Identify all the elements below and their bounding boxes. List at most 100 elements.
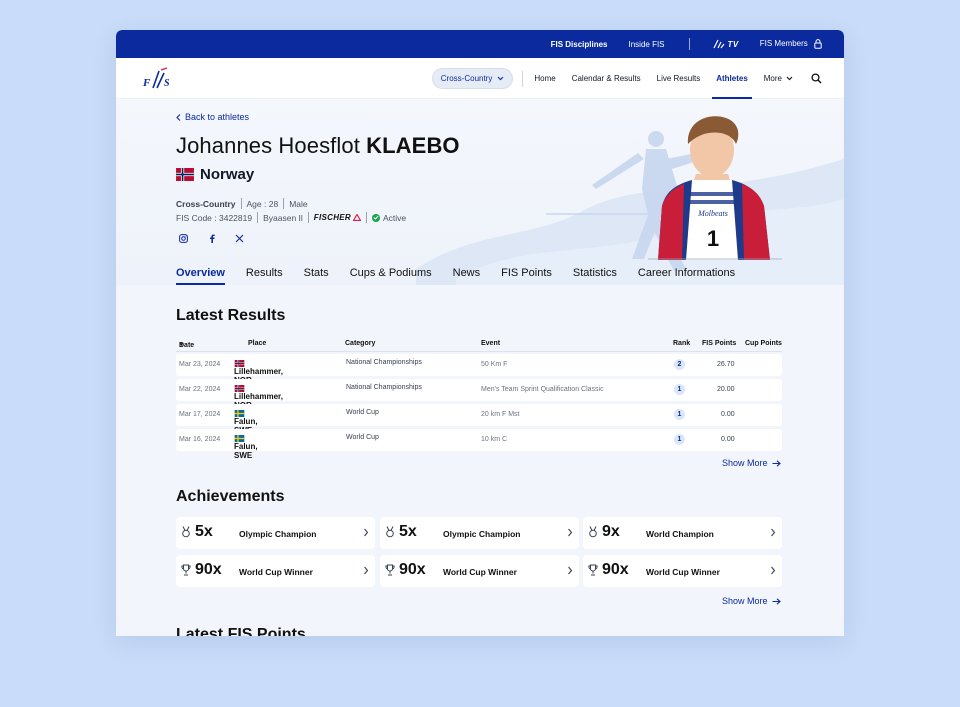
achievement-count: 90x [399,561,426,578]
nav-right: Cross-Country Home Calendar & Results Li… [431,58,822,99]
bib-number: 1 [707,226,719,251]
achievement-card[interactable]: 90x World Cup Winner [583,555,782,587]
fis-tv-link[interactable]: TV [712,39,739,49]
info-separator [240,198,242,209]
achievement-card[interactable]: 5x Olympic Champion [380,517,579,549]
nav-calendar-results[interactable]: Calendar & Results [572,58,641,99]
row-fis-points: 20.00 [717,386,735,393]
achievement-label: World Champion [646,529,714,539]
athlete-last-name: KLAEBO [366,133,460,158]
row-event: 10 km C [481,436,508,443]
table-row[interactable]: Mar 16, 2024 Falun, SWE World Cup 10 km … [176,429,782,460]
fis-disciplines-link[interactable]: FIS Disciplines [551,40,608,49]
chevron-right-icon [364,566,369,575]
nav-athletes[interactable]: Athletes [712,58,752,99]
discipline-select[interactable]: Cross-Country [431,68,514,89]
info-separator [307,212,309,223]
row-category: World Cup [346,409,379,416]
tab-results[interactable]: Results [246,267,283,285]
tab-stats[interactable]: Stats [304,267,329,285]
achievement-label: World Cup Winner [443,567,517,577]
fischer-triangle-icon [353,214,362,221]
nav-home[interactable]: Home [534,58,555,99]
inside-fis-link[interactable]: Inside FIS [629,40,665,49]
instagram-icon[interactable] [178,233,189,244]
search-icon[interactable] [811,73,822,84]
tab-cups-podiums[interactable]: Cups & Podiums [350,267,432,285]
col-category: Category [345,340,376,347]
x-twitter-icon[interactable] [234,233,245,244]
athlete-fis-code: FIS Code : 3422819 [176,212,253,223]
nav-live-results[interactable]: Live Results [657,58,701,99]
fis-logo[interactable]: F S [142,67,172,91]
achievement-card[interactable]: 5x Olympic Champion [176,517,375,549]
achievement-card[interactable]: 9x World Champion [583,517,782,549]
nav-more[interactable]: More [764,74,793,83]
tab-career-informations[interactable]: Career Informations [638,267,735,285]
results-show-more-link[interactable]: Show More [722,458,781,468]
chevron-down-icon [786,76,793,81]
row-place: Falun, SWE [234,410,258,435]
row-category: National Championships [346,359,422,366]
show-more-label: Show More [722,596,768,606]
achievements-show-more-link[interactable]: Show More [722,596,781,606]
achievement-count: 5x [195,523,213,540]
trophy-icon [181,564,191,576]
topbar-divider [688,38,690,50]
arrow-right-icon [772,459,781,467]
row-category: World Cup [346,434,379,441]
row-event: 50 Km F [481,361,508,368]
table-row[interactable]: Mar 17, 2024 Falun, SWE World Cup 20 km … [176,404,782,435]
sweden-flag-icon [234,410,245,417]
norway-flag-icon [176,168,194,181]
check-circle-icon [372,213,381,222]
athlete-info-line-1: Cross-Country Age : 28 Male [176,198,308,209]
sponsor-logo: FISCHER [314,213,362,222]
sweden-flag-icon [234,435,245,442]
table-row[interactable]: Mar 23, 2024 Lillehammer, NOR National C… [176,354,782,385]
tab-overview[interactable]: Overview [176,267,225,285]
norway-flag-icon [234,360,245,367]
row-fis-points: 0.00 [721,436,735,443]
chevron-left-icon [176,113,181,121]
achievements-title: Achievements [176,488,285,505]
chevron-right-icon [568,528,573,537]
row-date: Mar 23, 2024 [179,361,221,368]
col-rank: Rank [673,340,691,347]
achievement-card[interactable]: 90x World Cup Winner [380,555,579,587]
chevron-right-icon [771,566,776,575]
fis-members-label: FIS Members [759,39,808,49]
trophy-icon [588,564,598,576]
row-date: Mar 17, 2024 [179,411,221,418]
facebook-icon[interactable] [206,233,217,244]
top-bar: FIS Disciplines Inside FIS TV FIS Member… [116,30,844,58]
chevron-right-icon [771,528,776,537]
tab-statistics[interactable]: Statistics [573,267,617,285]
sort-down-icon: ▼ [179,342,184,348]
row-date: Mar 22, 2024 [179,386,221,393]
table-row[interactable]: Mar 22, 2024 Lillehammer, NOR National C… [176,379,782,410]
chevron-down-icon [497,76,504,81]
fis-tv-label: TV [727,39,739,49]
tab-fis-points[interactable]: FIS Points [501,267,552,285]
fis-members-link[interactable]: FIS Members [760,39,822,49]
athlete-discipline: Cross-Country [176,198,236,209]
athlete-country: Norway [176,166,254,183]
nav-more-label: More [763,74,782,83]
athlete-name: Johannes Hoesflot KLAEBO [176,133,460,159]
chevron-right-icon [364,528,369,537]
tab-news[interactable]: News [453,267,481,285]
achievement-label: World Cup Winner [239,567,313,577]
medal-icon [589,526,597,538]
row-event: 20 km F Mst [481,411,520,418]
back-to-athletes-link[interactable]: Back to athletes [176,112,249,122]
info-separator [366,212,368,223]
achievement-count: 9x [602,523,620,540]
trophy-icon [385,564,395,576]
col-cup-points: Cup Points [745,340,782,347]
row-place-label: Falun, SWE [234,442,258,460]
athlete-first-name: Johannes Hoesflot [176,133,360,158]
info-separator [283,198,285,209]
achievement-card[interactable]: 90x World Cup Winner [176,555,375,587]
achievement-count: 90x [195,561,222,578]
